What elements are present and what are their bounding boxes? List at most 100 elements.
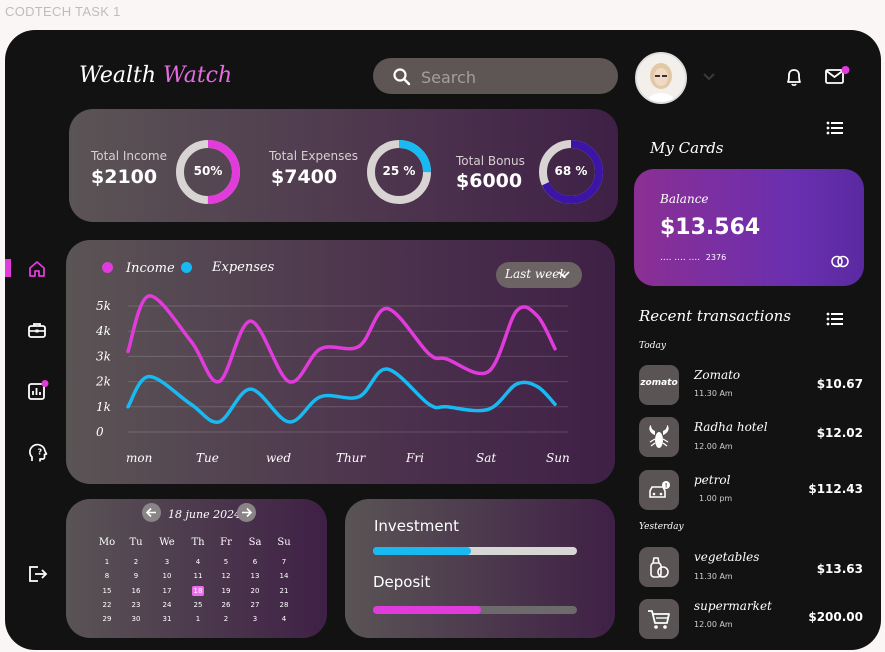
- calendar-day[interactable]: 31: [156, 614, 178, 624]
- calendar-day[interactable]: 7: [273, 557, 295, 567]
- calendar-day[interactable]: 25: [187, 600, 209, 610]
- calendar-day[interactable]: 29: [96, 614, 118, 624]
- calendar-day[interactable]: 3: [244, 614, 266, 624]
- transaction-name: Zomato: [694, 368, 741, 382]
- chevron-down-icon[interactable]: [702, 72, 716, 82]
- summary-stats-panel: Total Income $2100 50% Total Expenses $7…: [69, 109, 618, 222]
- shopping-cart-icon: [639, 599, 679, 639]
- calendar-day[interactable]: 6: [244, 557, 266, 567]
- deposit-label: Deposit: [373, 573, 431, 591]
- calendar-day[interactable]: 23: [125, 600, 147, 610]
- calendar-day[interactable]: 14: [273, 571, 295, 581]
- transaction-time: 11.30 Am: [694, 572, 733, 581]
- arrow-left-icon: [145, 507, 156, 518]
- calendar-day[interactable]: 27: [244, 600, 266, 610]
- x-tick-label: Thur: [336, 451, 366, 465]
- calendar-day[interactable]: 8: [96, 571, 118, 581]
- sidebar-item-home[interactable]: [27, 259, 47, 279]
- investment-progress-fill: [373, 547, 471, 555]
- x-tick-label: Tue: [196, 451, 219, 465]
- brand-name-part2: Watch: [163, 63, 233, 88]
- total-income-value: $2100: [91, 166, 158, 188]
- expenses-percent: 25 %: [382, 164, 416, 178]
- calendar-day[interactable]: 17: [156, 586, 178, 596]
- card-number-masked: .... .... ....: [660, 253, 701, 263]
- calendar-day[interactable]: 26: [215, 600, 237, 610]
- mail-badge: [841, 66, 850, 74]
- calendar-day[interactable]: 3: [156, 557, 178, 567]
- calendar-day[interactable]: 5: [215, 557, 237, 567]
- avatar[interactable]: [635, 52, 687, 104]
- calendar-day[interactable]: 2: [125, 557, 147, 567]
- y-tick-label: 3k: [96, 349, 111, 363]
- calendar-day[interactable]: 4: [273, 614, 295, 624]
- bonus-donut: 68 %: [536, 137, 606, 211]
- bell-icon[interactable]: [785, 67, 803, 87]
- calendar-day[interactable]: 2: [215, 614, 237, 624]
- calendar-widget: 18 june 2024 Mo Tu We Th Fr Sa Su 1 2 3 4 5 6 7 8 9 10 11…: [66, 499, 327, 638]
- svg-text:?: ?: [38, 448, 43, 457]
- calendar-day[interactable]: 21: [273, 586, 295, 596]
- recent-transactions-title: Recent transactions: [639, 307, 791, 325]
- calendar-day[interactable]: 16: [125, 586, 147, 596]
- sidebar-item-help[interactable]: ?: [27, 442, 48, 462]
- calendar-day[interactable]: 30: [125, 614, 147, 624]
- briefcase-icon: [28, 323, 46, 338]
- calendar-day[interactable]: 19: [215, 586, 237, 596]
- search-input[interactable]: [419, 64, 603, 90]
- calendar-weekday: Su: [277, 537, 291, 548]
- calendar-day[interactable]: 13: [244, 571, 266, 581]
- calendar-prev-button[interactable]: [142, 503, 161, 522]
- transaction-name: supermarket: [694, 599, 772, 613]
- calendar-day[interactable]: 4: [187, 557, 209, 567]
- calendar-day[interactable]: 15: [96, 586, 118, 596]
- app-window: ? Wealth Watch Total Income $2100 50% To…: [5, 30, 881, 650]
- group-label-yesterday: Yesterday: [639, 522, 684, 532]
- y-tick-label: 0: [96, 425, 104, 439]
- search-bar[interactable]: [373, 58, 618, 94]
- calendar-day[interactable]: 20: [244, 586, 266, 596]
- calendar-day[interactable]: 12: [215, 571, 237, 581]
- calendar-weekday: Sa: [248, 537, 262, 548]
- transaction-name: vegetables: [694, 550, 760, 564]
- calendar-day[interactable]: 22: [96, 600, 118, 610]
- calendar-next-button[interactable]: [237, 503, 256, 522]
- calendar-day[interactable]: 11: [187, 571, 209, 581]
- svg-text:!: !: [665, 483, 668, 490]
- total-expenses-label: Total Expenses: [269, 149, 359, 163]
- vegetables-icon: [639, 547, 679, 587]
- calendar-day[interactable]: 10: [156, 571, 178, 581]
- profile-photo: [637, 54, 685, 102]
- card-network-icon: [831, 255, 849, 268]
- calendar-day[interactable]: 18: [192, 585, 204, 596]
- brand-logo: Wealth Watch: [79, 63, 232, 88]
- transaction-name: petrol: [694, 473, 731, 487]
- list-menu-icon[interactable]: [826, 312, 844, 326]
- sidebar-item-logout[interactable]: [27, 564, 48, 584]
- x-tick-label: Sun: [546, 451, 570, 465]
- logout-icon: [29, 566, 48, 582]
- y-tick-label: 1k: [96, 400, 111, 414]
- series-line-expenses: [126, 367, 557, 424]
- balance-card[interactable]: Balance $13.564 .... .... .... 2376: [634, 169, 864, 286]
- calendar-weekday: We: [159, 537, 175, 548]
- sidebar-item-portfolio[interactable]: [27, 320, 47, 340]
- line-chart: 5k 4k 3k 2k 1k 0 mon Tue wed Thur Fri Sat Sun: [95, 294, 570, 465]
- calendar-day[interactable]: 28: [273, 600, 295, 610]
- calendar-day[interactable]: 24: [156, 600, 178, 610]
- bonus-percent: 68 %: [554, 164, 588, 178]
- calendar-day[interactable]: 1: [96, 557, 118, 567]
- transaction-time: 12.00 Am: [694, 620, 733, 629]
- mail-icon[interactable]: [824, 65, 852, 85]
- calendar-day[interactable]: 9: [125, 571, 147, 581]
- transaction-amount: $112.43: [808, 482, 863, 496]
- income-expenses-chart-panel: Income Expenses Last week 5k 4k 3k 2k 1k 0 mon…: [66, 240, 615, 484]
- calendar-weekday: Fr: [220, 537, 232, 548]
- list-menu-icon[interactable]: [826, 121, 844, 135]
- x-tick-label: mon: [126, 451, 152, 465]
- y-tick-label: 5k: [96, 299, 111, 313]
- sidebar-item-reports[interactable]: [27, 380, 49, 400]
- calendar-day[interactable]: 1: [187, 614, 209, 624]
- transaction-time: 12.00 Am: [694, 442, 733, 451]
- total-bonus-value: $6000: [456, 170, 523, 192]
